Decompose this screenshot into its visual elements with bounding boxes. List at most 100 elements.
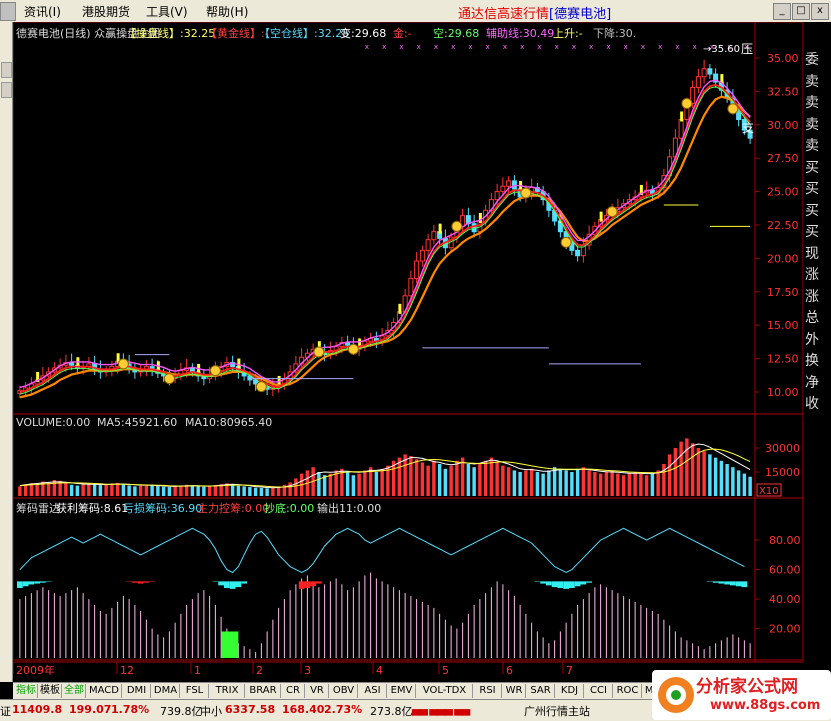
status-index2-change: 168.40 (282, 703, 324, 716)
indicator-tab[interactable]: BRAR (246, 684, 281, 698)
price-axis-label: 30.00 (767, 119, 799, 132)
indicator-tab[interactable]: ASI (359, 684, 387, 698)
indicator-tab[interactable]: WR (503, 684, 526, 698)
close-button[interactable]: x (811, 3, 829, 20)
site-watermark: 分析家公式网 www.88gs.com (652, 670, 831, 720)
price-candle-body (501, 186, 505, 191)
price-top-marker: x (675, 43, 679, 51)
indicator-tab[interactable]: VOL-TDX (417, 684, 473, 698)
price-top-marker: x (693, 43, 697, 51)
menu-item-hk-futures[interactable]: 港股期货 (82, 3, 130, 20)
indicator-tab[interactable]: CCI (585, 684, 613, 698)
left-toolbar-button[interactable] (1, 62, 12, 78)
indicator-tab[interactable]: TRIX (210, 684, 245, 698)
indicator-tab[interactable]: DMI (123, 684, 151, 698)
oscillator-fill-bar (17, 581, 23, 588)
menu-item-info[interactable]: 资讯(I) (24, 3, 61, 20)
price-coin-marker-icon (164, 374, 174, 384)
maximize-button[interactable]: □ (792, 3, 810, 20)
app-icon[interactable] (0, 2, 16, 21)
indicator-tab[interactable]: KDJ (556, 684, 584, 698)
price-top-marker: x (468, 43, 472, 51)
oscillator-fill-bar (558, 581, 564, 588)
chart-area[interactable]: 35.0032.5030.0027.5025.0022.5020.0017.50… (13, 22, 831, 682)
quote-panel-row: 买 (805, 157, 831, 177)
indicator-tab[interactable]: 全部 (63, 684, 86, 698)
price-candle-body (702, 69, 706, 77)
price-signal-bar (439, 224, 442, 234)
status-index2-value: 6337.58 (225, 703, 275, 716)
quote-panel-row: 买 (805, 200, 831, 220)
oscillator-fill-bar (29, 581, 35, 584)
price-coin-marker-icon (210, 366, 220, 376)
status-station: 广州行情主站 (524, 703, 590, 719)
oscillator-panel-frame (13, 498, 803, 660)
left-toolbar-button[interactable] (1, 82, 12, 98)
price-top-marker: x (606, 43, 610, 51)
date-axis-label: 2 (256, 664, 263, 677)
oscillator-axis-label: 80.00 (769, 534, 801, 547)
price-candle-body (432, 232, 436, 240)
price-axis-label: 35.00 (767, 52, 799, 65)
quote-panel-row: 总 (805, 307, 831, 327)
indicator-tab[interactable]: 指标 (15, 684, 38, 698)
status-index2-amount: 273.8亿 (370, 703, 413, 719)
oscillator-fill-bar (144, 581, 150, 582)
oscillator-fill-bar (316, 581, 322, 583)
menu-item-tools[interactable]: 工具(V) (146, 3, 188, 20)
price-annotation-support: 支 (742, 121, 754, 135)
oscillator-indicator-label-1: 获利筹码:8.61 (56, 500, 128, 516)
quote-panel-row: 现 (805, 243, 831, 263)
price-indicator-label-5: 金:- (393, 25, 412, 41)
menu-item-help[interactable]: 帮助(H) (206, 3, 248, 20)
price-top-marker: x (572, 43, 576, 51)
oscillator-fill-bar (540, 581, 546, 583)
price-annotation-resistance: 压 (741, 42, 753, 56)
indicator-tab[interactable]: OBV (330, 684, 358, 698)
indicator-tab[interactable]: FSL (181, 684, 209, 698)
price-coin-marker-icon (561, 237, 571, 247)
price-candle-body (495, 192, 499, 200)
indicator-tab[interactable]: MACD (87, 684, 122, 698)
oscillator-fill-bar (310, 581, 316, 586)
price-axis-label: 12.50 (767, 353, 799, 366)
price-candle-body (420, 250, 424, 261)
oscillator-fill-bar (724, 581, 730, 584)
window-title-main: 通达信高速行情 (458, 7, 549, 22)
oscillator-fill-bar (241, 581, 247, 583)
oscillator-fill-bar (305, 581, 311, 588)
price-candle-body (409, 278, 413, 295)
quote-panel-row: 涨 (805, 286, 831, 306)
price-signal-bar (479, 213, 482, 223)
oscillator-indicator-label-2: 亏损筹码:36.90 (123, 500, 202, 516)
oscillator-fill-bar (563, 581, 569, 589)
quote-panel-row: 卖 (805, 135, 831, 155)
indicator-tab[interactable]: VR (306, 684, 329, 698)
indicator-tab[interactable]: SAR (527, 684, 555, 698)
quote-panel-row: 涨 (805, 264, 831, 284)
date-axis-label: 4 (376, 664, 383, 677)
oscillator-fill-bar (34, 581, 40, 583)
window-title-stock: [德赛电池] (549, 7, 611, 22)
price-coin-marker-icon (256, 382, 266, 392)
indicator-tab[interactable]: RSI (474, 684, 502, 698)
minimize-button[interactable]: _ (773, 3, 791, 20)
price-signal-bar (398, 304, 401, 314)
price-indicator-label-9: 下降:30. (593, 25, 636, 41)
chart-canvas[interactable]: 35.0032.5030.0027.5025.0022.5020.0017.50… (13, 22, 831, 682)
indicator-tab[interactable]: EMV (388, 684, 416, 698)
date-axis-label: 5 (442, 664, 449, 677)
volume-axis-label: 30000 (765, 442, 800, 455)
indicator-tab[interactable]: 模板 (39, 684, 62, 698)
indicator-tab[interactable]: CR (282, 684, 305, 698)
oscillator-indicator-label-4: 抄底:0.00 (264, 500, 314, 516)
status-index1-amount: 739.8亿 (160, 703, 203, 719)
price-coin-marker-icon (682, 98, 692, 108)
price-signal-bar (600, 212, 603, 222)
indicator-tab[interactable]: ROC (614, 684, 642, 698)
volume-indicator-label-1: MA5:45921.60 (97, 416, 177, 429)
oscillator-axis-label: 20.00 (769, 623, 801, 636)
price-axis-label: 32.50 (767, 85, 799, 98)
indicator-tab[interactable]: DMA (152, 684, 180, 698)
price-coin-marker-icon (348, 344, 358, 354)
